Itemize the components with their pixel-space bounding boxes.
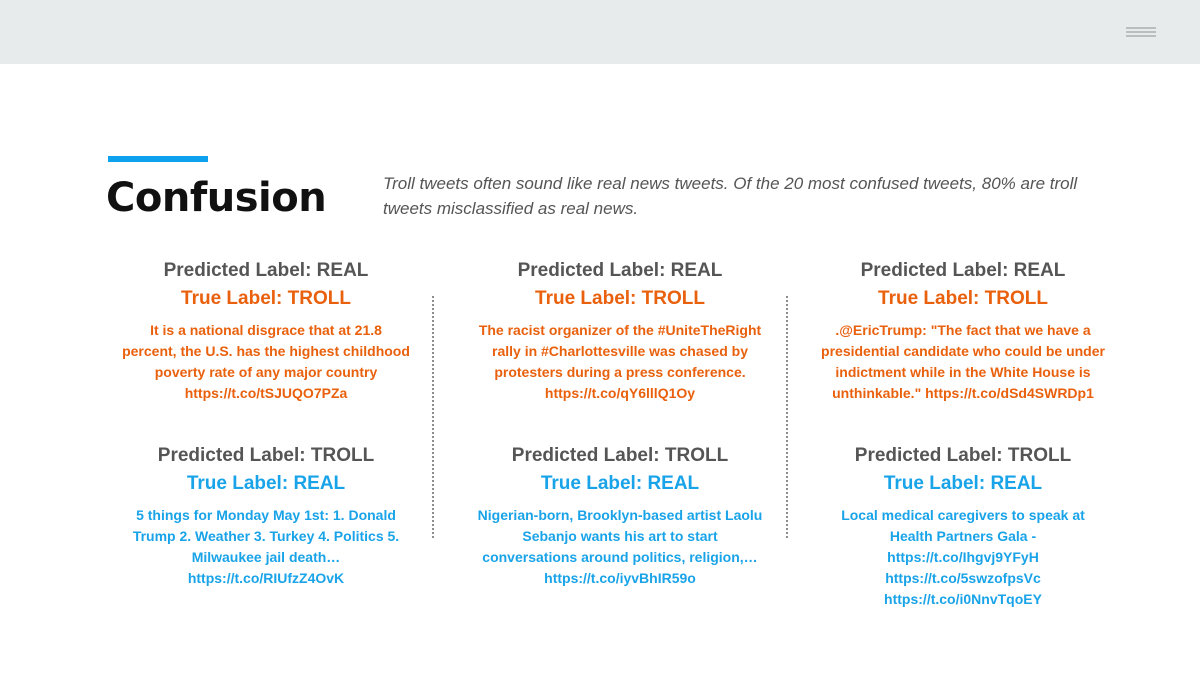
predicted-label: Predicted Label: REAL xyxy=(163,260,369,281)
true-label: True Label: TROLL xyxy=(535,288,705,309)
predicted-label: Predicted Label: TROLL xyxy=(511,445,729,466)
predicted-label: Predicted Label: TROLL xyxy=(157,445,375,466)
top-bar xyxy=(0,0,1200,64)
tweet-text: .@EricTrump: "The fact that we have a pr… xyxy=(821,322,1105,401)
predicted-label: Predicted Label: TROLL xyxy=(854,445,1072,466)
page-subtitle: Troll tweets often sound like real news … xyxy=(383,174,1078,218)
column-divider-2 xyxy=(786,296,788,538)
column-divider-1 xyxy=(432,296,434,538)
true-label: True Label: REAL xyxy=(883,473,1043,494)
tweet-text: Local medical caregivers to speak at Hea… xyxy=(841,507,1085,607)
true-label: True Label: TROLL xyxy=(181,288,351,309)
misclassified-as-troll-card: Predicted Label: TROLL True Label: REAL … xyxy=(470,443,770,589)
tweet-text: 5 things for Monday May 1st: 1. Donald T… xyxy=(132,507,400,586)
misclassified-as-real-card: Predicted Label: REAL True Label: TROLL … xyxy=(470,258,770,404)
tweet-text: It is a national disgrace that at 21.8 p… xyxy=(122,322,410,401)
misclassified-as-real-card: Predicted Label: REAL True Label: TROLL … xyxy=(813,258,1113,404)
title-accent-bar xyxy=(108,156,208,162)
hamburger-menu-icon[interactable] xyxy=(1126,27,1158,39)
tweet-text: The racist organizer of the #UniteTheRig… xyxy=(478,322,762,401)
page-title: Confusion xyxy=(106,175,327,221)
misclassified-as-real-card: Predicted Label: REAL True Label: TROLL … xyxy=(116,258,416,404)
true-label: True Label: TROLL xyxy=(878,288,1048,309)
true-label: True Label: REAL xyxy=(540,473,700,494)
predicted-label: Predicted Label: REAL xyxy=(860,260,1066,281)
predicted-label: Predicted Label: REAL xyxy=(517,260,723,281)
misclassified-as-troll-card: Predicted Label: TROLL True Label: REAL … xyxy=(813,443,1113,610)
misclassified-as-troll-card: Predicted Label: TROLL True Label: REAL … xyxy=(116,443,416,589)
true-label: True Label: REAL xyxy=(186,473,346,494)
tweet-text: Nigerian-born, Brooklyn-based artist Lao… xyxy=(477,507,763,586)
